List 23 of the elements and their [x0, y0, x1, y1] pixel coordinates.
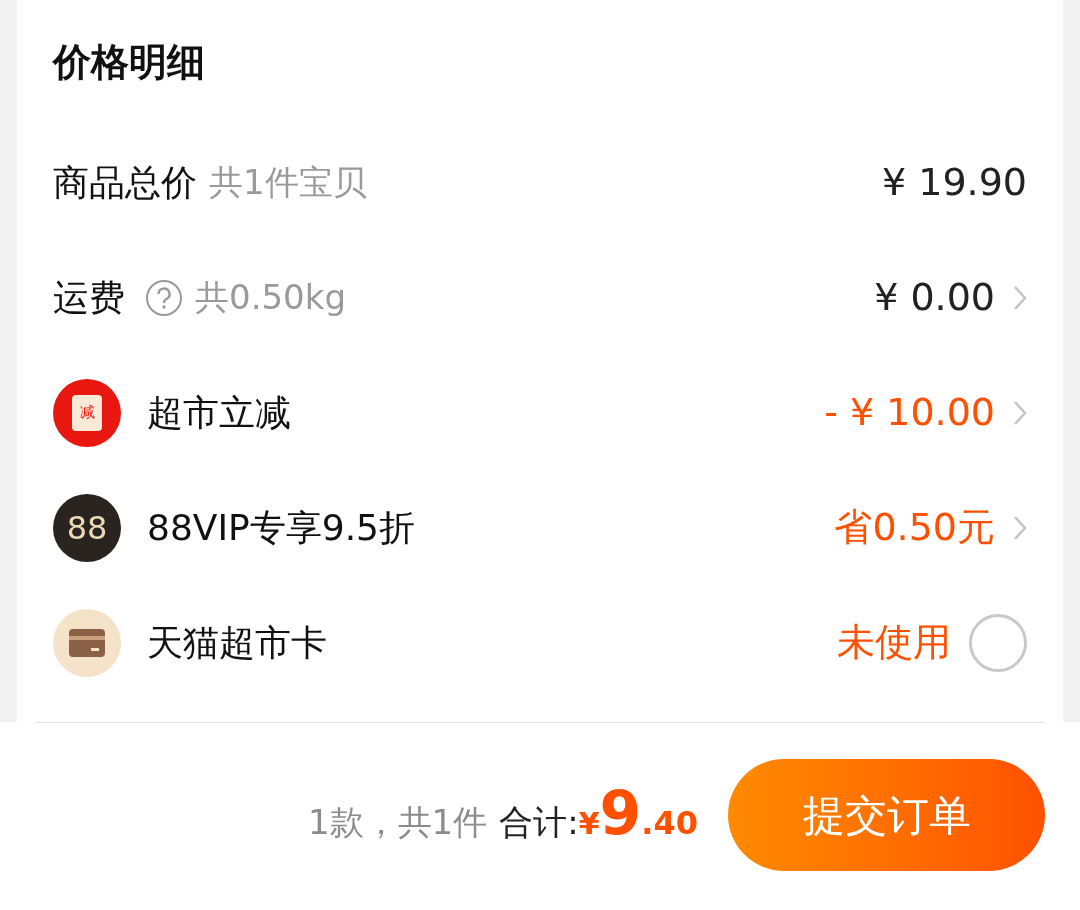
row-note: 共0.50kg	[195, 276, 346, 319]
row-value: 未使用	[837, 619, 951, 666]
badge-text: 88	[66, 511, 108, 544]
submit-order-button[interactable]: 提交订单	[728, 759, 1045, 871]
row-label: 商品总价	[53, 160, 197, 205]
row-value: ¥ 0.00	[874, 274, 995, 321]
row-value: ¥ 19.90	[881, 159, 1027, 206]
row-label: 超市立减	[147, 390, 291, 435]
section-title: 价格明细	[53, 39, 205, 86]
badge-text: 减	[79, 405, 95, 420]
currency-symbol: ¥	[578, 804, 600, 843]
total-integer: 9	[599, 782, 642, 843]
total-label: 合计:	[499, 800, 579, 844]
row-value: - ¥ 10.00	[824, 389, 995, 436]
row-label: 88VIP专享9.5折	[147, 505, 415, 550]
total-decimal: .40	[641, 802, 698, 844]
row-note: 共1件宝贝	[209, 161, 367, 204]
help-icon	[145, 278, 183, 317]
row-label: 天猫超市卡	[147, 620, 327, 665]
radio-button[interactable]	[969, 613, 1027, 672]
row-label: 运费	[53, 275, 125, 320]
item-count: 1款，共1件	[307, 800, 488, 844]
row-value: 省0.50元	[834, 504, 995, 551]
